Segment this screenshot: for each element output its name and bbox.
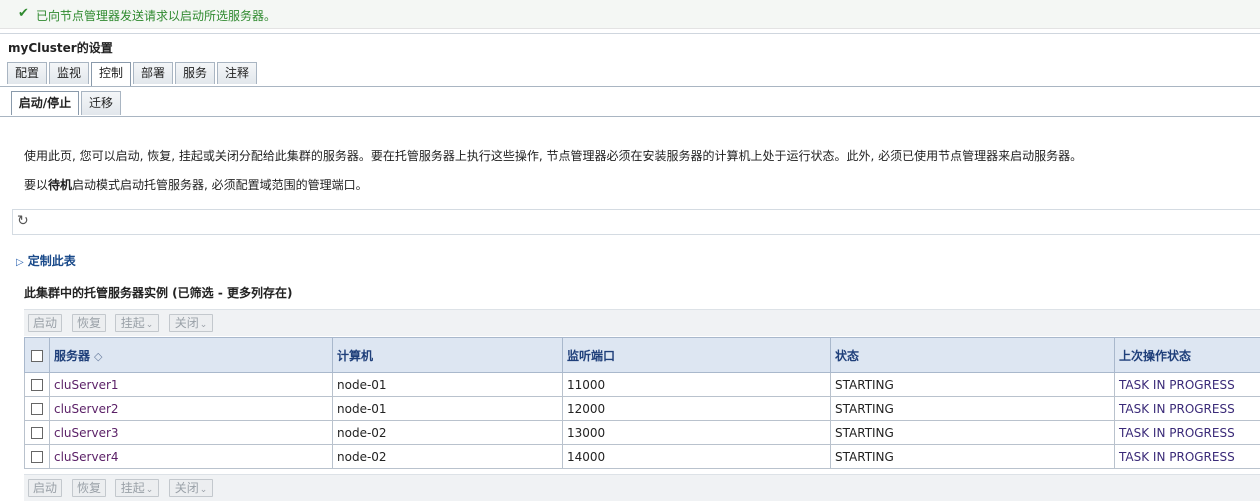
tab-services[interactable]: 服务 — [175, 62, 215, 84]
shutdown-button[interactable]: 关闭⌄ — [169, 314, 213, 332]
last-action-cell: TASK IN PROGRESS — [1115, 445, 1260, 469]
table-row: cluServer1 node-01 11000 STARTING TASK I… — [25, 373, 1260, 397]
server-link[interactable]: cluServer4 — [54, 450, 119, 464]
table-button-bar-top: 启动 恢复 挂起⌄ 关闭⌄ — [24, 309, 1260, 336]
column-label-server: 服务器 — [54, 349, 90, 363]
expand-triangle-icon: ▷ — [16, 257, 24, 268]
row-checkbox[interactable] — [31, 403, 43, 415]
port-cell: 12000 — [563, 397, 831, 421]
server-link[interactable]: cluServer3 — [54, 426, 119, 440]
suspend-label: 挂起 — [121, 316, 145, 330]
dropdown-arrow-icon: ⌄ — [200, 485, 208, 495]
machine-cell: node-02 — [333, 445, 563, 469]
machine-cell: node-01 — [333, 373, 563, 397]
table-row: cluServer3 node-02 13000 STARTING TASK I… — [25, 421, 1260, 445]
column-header-state[interactable]: 状态 — [831, 338, 1115, 373]
column-header-last-action[interactable]: 上次操作状态 — [1115, 338, 1260, 373]
customize-table-link[interactable]: ▷ 定制此表 — [16, 252, 76, 269]
description-suffix: 启动模式启动托管服务器, 必须配置域范围的管理端口。 — [72, 178, 368, 192]
row-select-cell — [25, 397, 50, 421]
description-line-1: 使用此页, 您可以启动, 恢复, 挂起或关闭分配给此集群的服务器。要在托管服务器… — [24, 147, 1082, 164]
tab-deployments[interactable]: 部署 — [133, 62, 173, 84]
row-checkbox[interactable] — [31, 379, 43, 391]
state-cell: STARTING — [831, 373, 1115, 397]
table-button-bar-bottom: 启动 恢复 挂起⌄ 关闭⌄ — [24, 474, 1260, 501]
description-bold: 待机 — [48, 178, 72, 192]
dropdown-arrow-icon: ⌄ — [146, 485, 154, 495]
port-cell: 11000 — [563, 373, 831, 397]
row-checkbox[interactable] — [31, 427, 43, 439]
port-cell: 13000 — [563, 421, 831, 445]
panel-title-bar: myCluster的设置 — [0, 33, 1260, 60]
start-button[interactable]: 启动 — [28, 314, 62, 332]
tab-control[interactable]: 控制 — [91, 62, 131, 86]
server-cell: cluServer3 — [50, 421, 333, 445]
column-header-machine[interactable]: 计算机 — [333, 338, 563, 373]
server-cell: cluServer2 — [50, 397, 333, 421]
tab-migration[interactable]: 迁移 — [81, 91, 121, 115]
tab-divider — [0, 86, 1260, 87]
server-cell: cluServer4 — [50, 445, 333, 469]
refresh-bar: ↻ — [12, 209, 1260, 235]
table-caption: 此集群中的托管服务器实例 (已筛选 - 更多列存在) — [24, 284, 292, 301]
page-title: myCluster的设置 — [8, 39, 113, 56]
table-row: cluServer4 node-02 14000 STARTING TASK I… — [25, 445, 1260, 469]
servers-table: 服务器 ◇ 计算机 监听端口 状态 上次操作状态 cluServer1 node-… — [24, 337, 1260, 469]
table-row: cluServer2 node-01 12000 STARTING TASK I… — [25, 397, 1260, 421]
success-message-text: 已向节点管理器发送请求以启动所选服务器。 — [36, 7, 276, 24]
row-select-cell — [25, 445, 50, 469]
select-all-cell — [25, 338, 50, 373]
server-cell: cluServer1 — [50, 373, 333, 397]
state-cell: STARTING — [831, 421, 1115, 445]
port-cell: 14000 — [563, 445, 831, 469]
row-select-cell — [25, 373, 50, 397]
refresh-icon[interactable]: ↻ — [17, 213, 29, 229]
machine-cell: node-02 — [333, 421, 563, 445]
description-prefix: 要以 — [24, 178, 48, 192]
checkmark-icon: ✔ — [18, 6, 29, 21]
tab-config[interactable]: 配置 — [7, 62, 47, 84]
select-all-checkbox[interactable] — [31, 350, 43, 362]
machine-cell: node-01 — [333, 397, 563, 421]
last-action-link[interactable]: TASK IN PROGRESS — [1119, 426, 1235, 440]
success-message-bar: ✔ 已向节点管理器发送请求以启动所选服务器。 — [0, 0, 1260, 29]
tab-notes[interactable]: 注释 — [217, 62, 257, 84]
subtab-divider — [0, 116, 1260, 117]
server-link[interactable]: cluServer2 — [54, 402, 119, 416]
customize-label: 定制此表 — [28, 254, 76, 268]
last-action-link[interactable]: TASK IN PROGRESS — [1119, 450, 1235, 464]
column-header-server[interactable]: 服务器 ◇ — [50, 338, 333, 373]
shutdown-label: 关闭 — [175, 481, 199, 495]
suspend-label: 挂起 — [121, 481, 145, 495]
row-checkbox[interactable] — [31, 451, 43, 463]
state-cell: STARTING — [831, 445, 1115, 469]
last-action-cell: TASK IN PROGRESS — [1115, 421, 1260, 445]
dropdown-arrow-icon: ⌄ — [200, 320, 208, 330]
dropdown-arrow-icon: ⌄ — [146, 320, 154, 330]
description-line-2: 要以待机启动模式启动托管服务器, 必须配置域范围的管理端口。 — [24, 176, 368, 193]
last-action-cell: TASK IN PROGRESS — [1115, 397, 1260, 421]
last-action-link[interactable]: TASK IN PROGRESS — [1119, 378, 1235, 392]
suspend-button[interactable]: 挂起⌄ — [115, 314, 159, 332]
tab-start-stop[interactable]: 启动/停止 — [11, 91, 79, 115]
last-action-cell: TASK IN PROGRESS — [1115, 373, 1260, 397]
shutdown-label: 关闭 — [175, 316, 199, 330]
server-link[interactable]: cluServer1 — [54, 378, 119, 392]
table-header-row: 服务器 ◇ 计算机 监听端口 状态 上次操作状态 — [25, 338, 1260, 373]
resume-button[interactable]: 恢复 — [72, 314, 106, 332]
column-header-port[interactable]: 监听端口 — [563, 338, 831, 373]
state-cell: STARTING — [831, 397, 1115, 421]
last-action-link[interactable]: TASK IN PROGRESS — [1119, 402, 1235, 416]
tab-monitor[interactable]: 监视 — [49, 62, 89, 84]
sort-ascending-icon[interactable]: ◇ — [94, 350, 102, 363]
row-select-cell — [25, 421, 50, 445]
